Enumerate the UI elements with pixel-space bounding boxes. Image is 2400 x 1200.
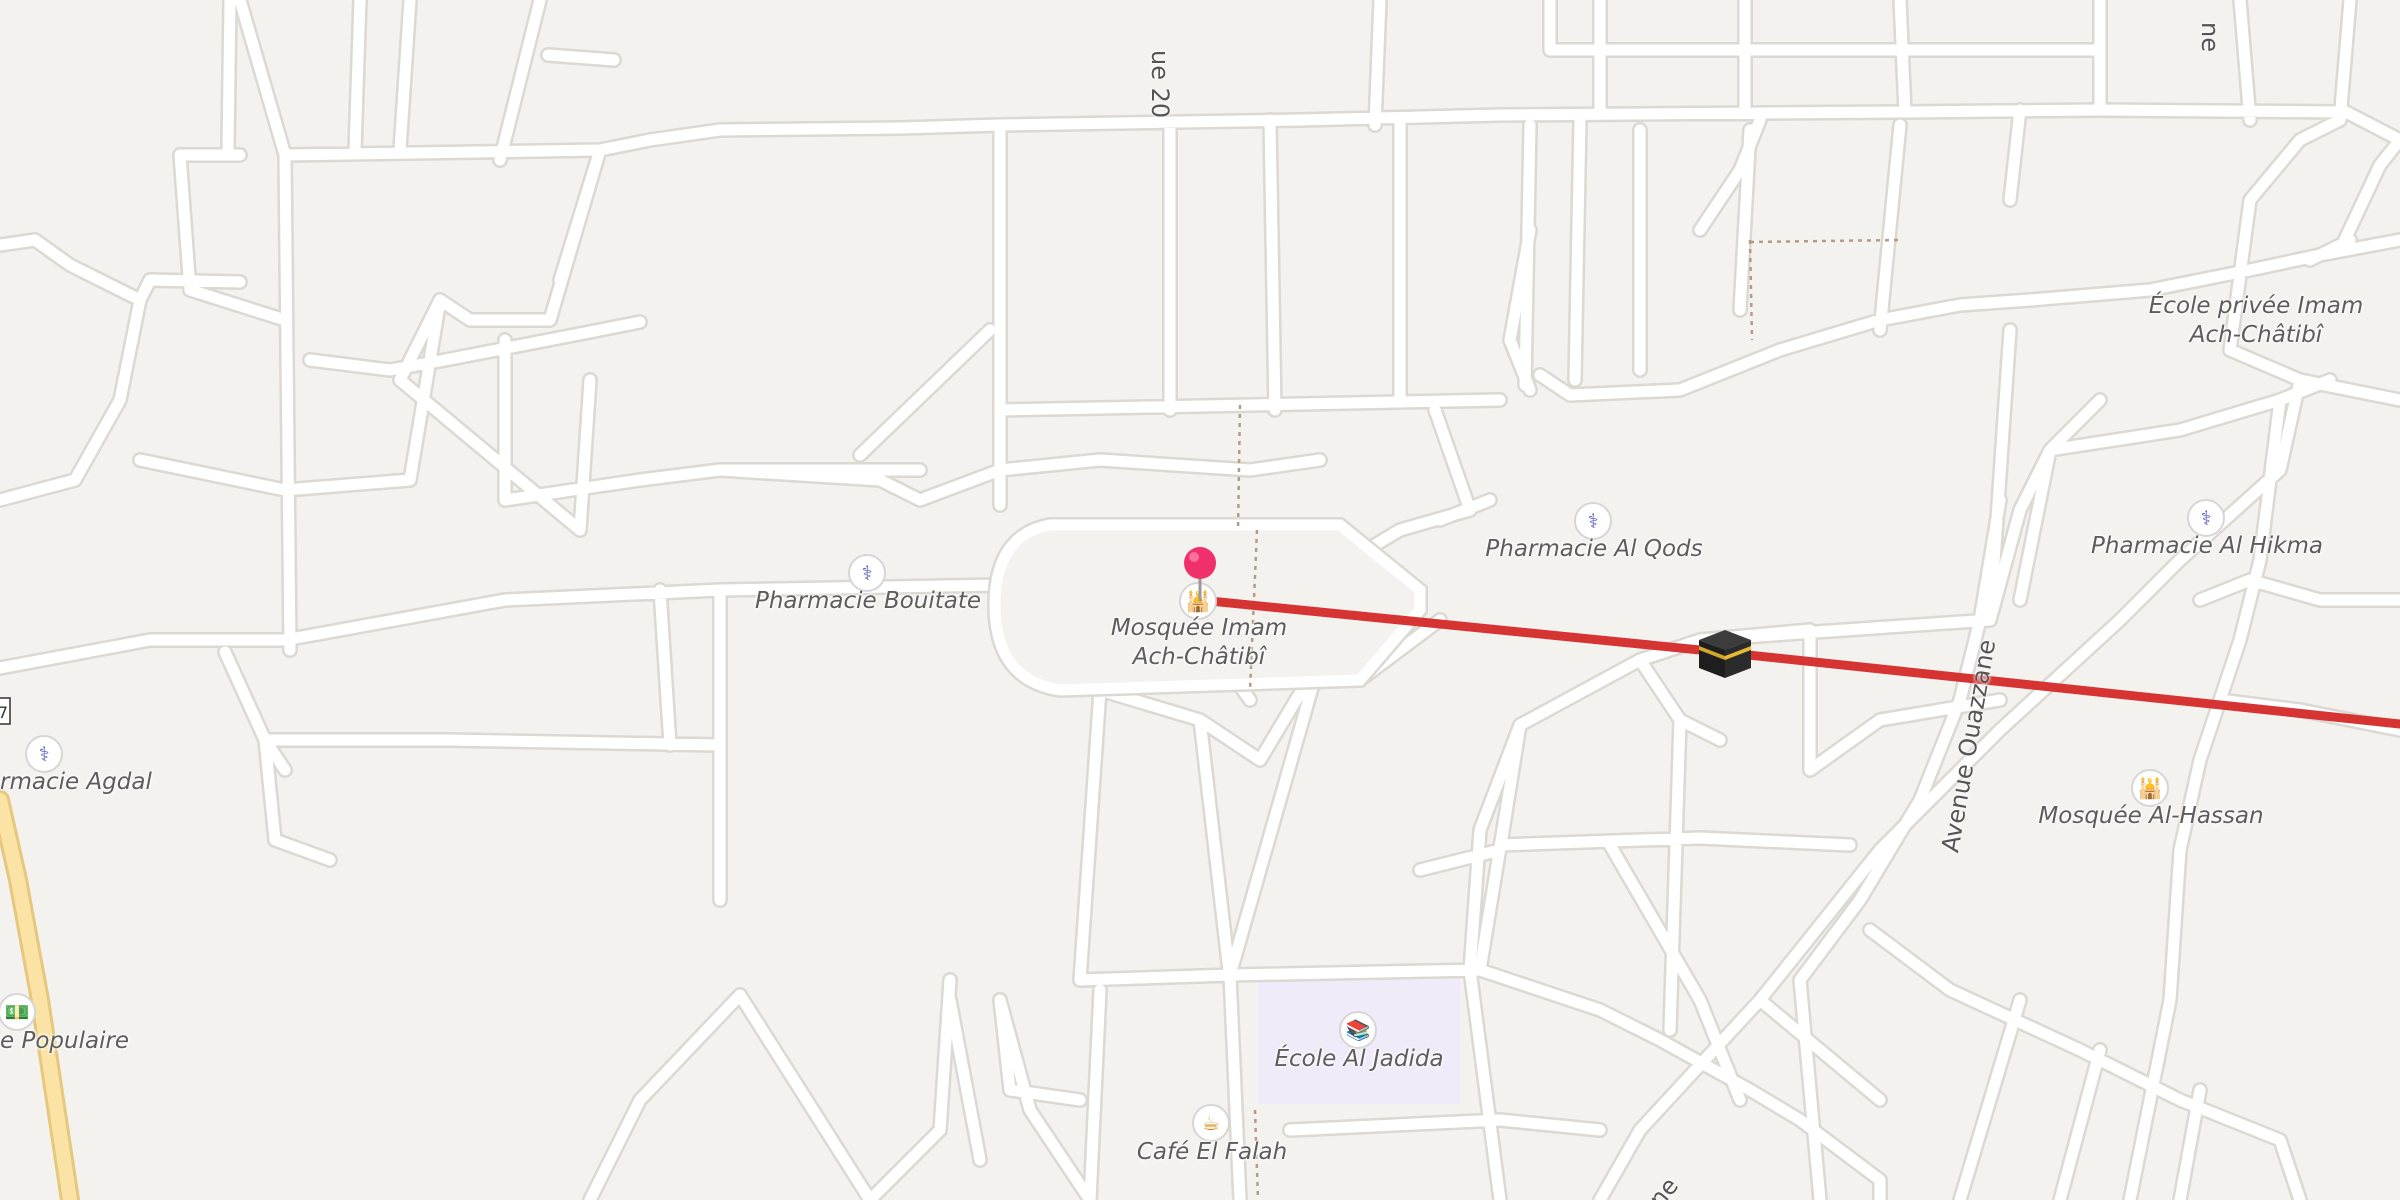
kaaba-icon[interactable] <box>1697 628 1753 680</box>
label-mosquee-al-hassan[interactable]: Mosquée Al-Hassan <box>2038 802 2263 831</box>
label-pharmacie-agdal[interactable]: rmacie Agdal <box>0 768 152 797</box>
street-label-rue-20: ue 20 <box>1146 50 1174 119</box>
label-pharmacie-al-hikma[interactable]: Pharmacie Al Hikma <box>2091 532 2323 561</box>
label-pharmacie-al-qods[interactable]: Pharmacie Al Qods <box>1485 535 1702 564</box>
road-shield-text: 7 <box>0 703 8 722</box>
label-cafe-el-falah[interactable]: Café El Falah <box>1137 1138 1287 1167</box>
street-label-top-right: ne <box>2196 22 2224 52</box>
label-ecole-al-jadida[interactable]: École Al Jadida <box>1274 1045 1443 1074</box>
location-pin-icon[interactable] <box>1180 545 1220 601</box>
label-ecole-privee[interactable]: École privée Imam Ach-Châtibî <box>2149 292 2363 350</box>
map-view[interactable]: 7 ue 20 Avenue Ouazzane ne ne ⚕ Pharmaci… <box>0 0 2400 1200</box>
label-mosquee-imam[interactable]: Mosquée Imam Ach-Châtibî <box>1111 614 1287 672</box>
label-banque-populaire[interactable]: e Populaire <box>0 1027 129 1056</box>
school-icon[interactable]: 📚 <box>1339 1011 1377 1049</box>
label-pharmacie-bouitate[interactable]: Pharmacie Bouitate <box>755 587 981 616</box>
label-ecole-privee-line2: Ach-Châtibî <box>2189 322 2323 348</box>
cafe-icon[interactable]: ☕ <box>1192 1104 1230 1142</box>
label-ecole-privee-line1: École privée Imam <box>2148 293 2364 319</box>
label-mosquee-imam-line2: Ach-Châtibî <box>1132 644 1266 670</box>
label-mosquee-imam-line1: Mosquée Imam <box>1110 615 1288 641</box>
